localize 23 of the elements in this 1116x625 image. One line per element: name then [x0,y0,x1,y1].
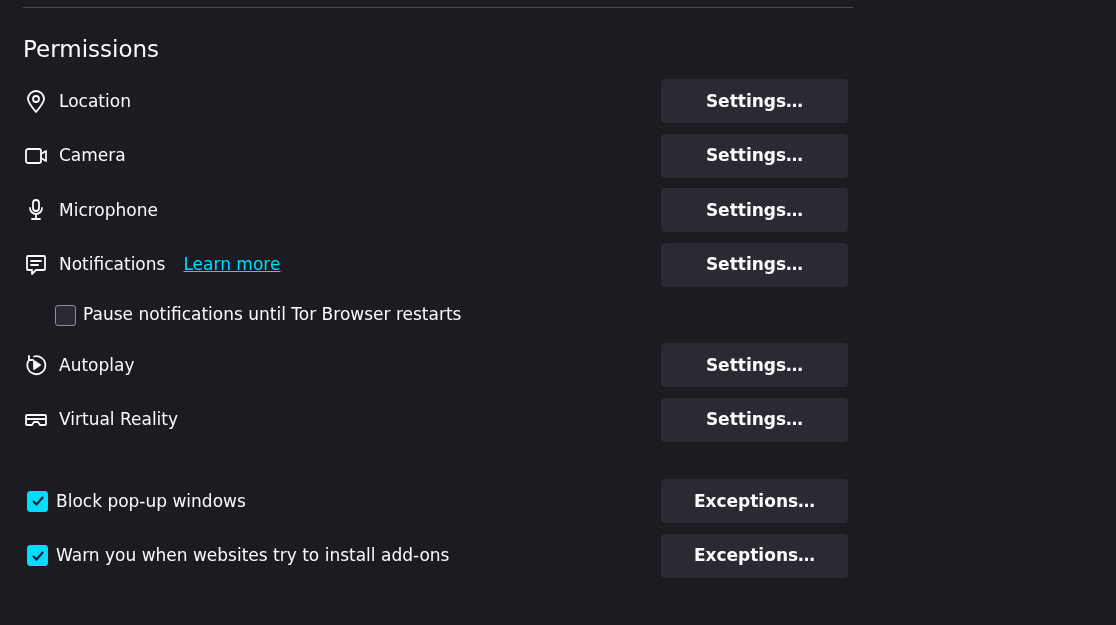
section-title: Permissions [23,35,161,64]
permission-label: Notifications [59,253,166,276]
exceptions-button[interactable]: Exceptions… [661,533,848,578]
settings-button[interactable]: Settings… [661,343,848,388]
checkbox[interactable] [55,304,76,326]
checkmark-icon [30,494,45,509]
checkbox-label: Block pop-up windows [56,489,246,513]
exceptions-button[interactable]: Exceptions… [661,479,848,524]
permission-label: Microphone [59,198,158,222]
learn-more-link[interactable]: Learn more [183,252,281,278]
permission-label: Virtual Reality [59,408,179,431]
settings-button[interactable]: Settings… [661,188,848,233]
checkbox-label: Warn you when websites try to install add-ons [56,544,450,567]
checkbox[interactable] [27,545,48,567]
settings-button[interactable]: Settings… [661,397,848,442]
settings-button[interactable]: Settings… [661,79,848,124]
permission-label: Autoplay [59,353,135,377]
settings-button[interactable]: Settings… [661,242,848,287]
settings-button[interactable]: Settings… [661,133,848,178]
permission-label: Location [59,89,131,113]
checkbox-label: Pause notifications until Tor Browser restarts [83,303,462,327]
permission-label: Camera [59,144,126,167]
checkbox[interactable] [27,490,48,512]
